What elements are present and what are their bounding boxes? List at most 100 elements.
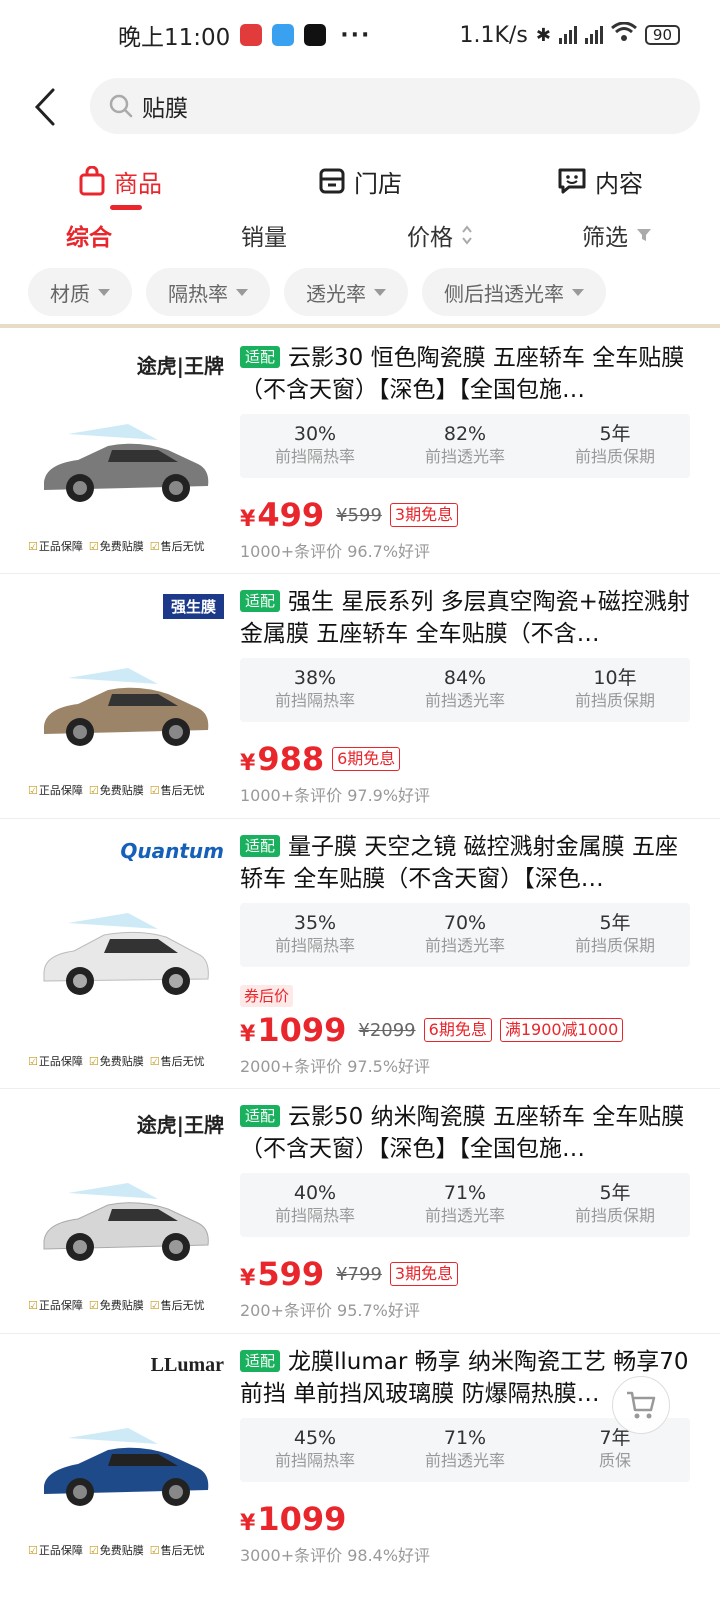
product-card[interactable]: 途虎|王牌 正品保障 免费贴膜 售后无忧 适配云影50 纳米陶瓷膜 五座轿车 全… [0, 1089, 720, 1334]
filter-side-rear-transmittance[interactable]: 侧后挡透光率 [422, 268, 606, 316]
product-image: 强生膜 正品保障 免费贴膜 售后无忧 [28, 588, 224, 798]
badge-after-sales: 售后无忧 [150, 1542, 205, 1558]
badge-free-install: 免费贴膜 [89, 1297, 144, 1313]
spec-label: 前挡质保期 [574, 691, 655, 710]
spec-panel: 40% 前挡隔热率 71% 前挡透光率 5年 前挡质保期 [240, 1173, 690, 1237]
price: ¥499 [240, 496, 325, 534]
spec-heat: 30% 前挡隔热率 [240, 414, 390, 478]
spec-transmittance: 84% 前挡透光率 [390, 658, 540, 722]
spec-label: 前挡质保期 [574, 1206, 655, 1225]
spec-value: 45% [293, 1427, 337, 1449]
store-icon [319, 168, 345, 194]
shopping-bag-icon [79, 166, 105, 196]
tab-products[interactable]: 商品 [0, 150, 240, 212]
search-input[interactable] [142, 93, 642, 119]
chip-label: 隔热率 [168, 281, 228, 306]
filter-material[interactable]: 材质 [28, 268, 132, 316]
promo-tag: 6期免息 [332, 747, 401, 771]
product-card[interactable]: LLumar 正品保障 免费贴膜 售后无忧 适配龙膜llumar 畅享 纳米陶瓷… [0, 1334, 720, 1574]
cart-icon [627, 1391, 656, 1419]
brand-logo: 强生膜 [162, 594, 224, 619]
badge-after-sales: 售后无忧 [150, 782, 205, 798]
review-summary: 200+条评价 95.7%好评 [240, 1301, 420, 1320]
badge-free-install: 免费贴膜 [89, 1053, 144, 1069]
search-icon [109, 94, 133, 118]
spec-value: 70% [443, 912, 487, 934]
search-box[interactable] [90, 78, 700, 134]
sort-bar: 综合 销量 价格 筛选 [0, 210, 720, 260]
sort-comprehensive[interactable]: 综合 [66, 218, 112, 252]
spec-value: 35% [293, 912, 337, 934]
fit-tag: 适配 [240, 590, 281, 612]
original-price: ¥599 [336, 504, 382, 526]
status-bar: 晚上11:00 ··· 1.1K/s ✱ 90 [0, 0, 720, 70]
chip-label: 材质 [50, 281, 90, 306]
product-title: 适配 量子膜 天空之镜 磁控溅射金属膜 五座轿车 全车贴膜（不含天窗）【深色… [240, 831, 690, 895]
product-card[interactable]: 途虎|王牌 正品保障 免费贴膜 售后无忧 适配云影30 恒色陶瓷膜 五座轿车 全… [0, 330, 720, 574]
promo-tag: 3期免息 [389, 503, 459, 527]
spec-panel: 38% 前挡隔热率 84% 前挡透光率 10年 前挡质保期 [240, 658, 690, 722]
filter-button[interactable]: 筛选 [582, 218, 652, 252]
news-app-icon [240, 24, 263, 46]
back-arrow-icon [34, 88, 55, 126]
price-row: ¥988 6期免息 [240, 740, 690, 778]
guarantee-badges: 正品保障 免费贴膜 售后无忧 [28, 538, 205, 554]
tab-label: 商品 [114, 169, 162, 198]
funnel-icon [637, 229, 651, 241]
price-row: ¥599 ¥799 3期免息 [240, 1255, 690, 1293]
product-card[interactable]: Quantum 正品保障 免费贴膜 售后无忧 适配量子膜 天空之镜 磁控溅射金属… [0, 819, 720, 1089]
back-button[interactable] [0, 72, 90, 142]
product-card[interactable]: 强生膜 正品保障 免费贴膜 售后无忧 适配强生 星辰系列 多层真空陶瓷+磁控溅射… [0, 574, 720, 819]
car-image [43, 913, 209, 995]
more-notifications-icon: ··· [340, 22, 372, 48]
spec-warranty: 5年前挡质保期 [540, 1173, 690, 1237]
spec-transmittance: 82% 前挡透光率 [390, 414, 540, 478]
price-value: 499 [257, 496, 325, 534]
spec-heat: 35% 前挡隔热率 [240, 903, 390, 967]
spec-value: 5年 [599, 1182, 631, 1204]
original-price: ¥2099 [358, 1019, 416, 1041]
sort-updown-icon [462, 225, 472, 245]
price-row: ¥1099 [240, 1500, 690, 1538]
spec-label: 前挡隔热率 [274, 447, 355, 466]
spec-value: 7年 [599, 1427, 631, 1449]
spec-warranty: 5年 前挡质保期 [540, 414, 690, 478]
badge-free-install: 免费贴膜 [89, 538, 144, 554]
fit-tag: 适配 [240, 835, 281, 857]
title-text: 云影30 恒色陶瓷膜 五座轿车 全车贴膜（不含天窗）【深色】【全国包施… [240, 345, 685, 403]
tab-stores[interactable]: 门店 [240, 150, 480, 212]
price-value: 599 [257, 1255, 325, 1293]
spec-label: 前挡隔热率 [274, 936, 355, 955]
filter-chips: 材质 隔热率 透光率 侧后挡透光率 [28, 268, 606, 316]
badge-after-sales: 售后无忧 [150, 1053, 205, 1069]
review-summary: 3000+条评价 98.4%好评 [240, 1546, 431, 1565]
product-title: 适配 强生 星辰系列 多层真空陶瓷+磁控溅射金属膜 五座轿车 全车贴膜（不含… [240, 586, 690, 650]
brand-logo: 途虎|王牌 [136, 354, 224, 378]
spec-label: 质保 [598, 1451, 631, 1470]
spec-label: 前挡透光率 [424, 691, 505, 710]
sort-sales[interactable]: 销量 [241, 218, 287, 252]
spec-value: 10年 [593, 667, 637, 689]
sort-price-label: 价格 [407, 225, 453, 251]
spec-value: 40% [293, 1182, 337, 1204]
spec-value: 5年 [599, 912, 631, 934]
search-header [0, 72, 720, 142]
tab-label: 内容 [595, 169, 643, 198]
spec-transmittance: 71% 前挡透光率 [390, 1418, 540, 1482]
signal-icon [558, 26, 577, 44]
sort-price[interactable]: 价格 [407, 218, 473, 252]
caret-down-icon [374, 288, 386, 296]
filter-heat-insulation[interactable]: 隔热率 [146, 268, 270, 316]
spec-warranty: 5年 前挡质保期 [540, 903, 690, 967]
guarantee-badges: 正品保障 免费贴膜 售后无忧 [28, 1542, 205, 1558]
cart-button[interactable] [612, 1376, 670, 1434]
spec-label: 前挡隔热率 [274, 1451, 355, 1470]
tab-content[interactable]: 内容 [480, 150, 720, 212]
divider [0, 324, 720, 328]
badge-after-sales: 售后无忧 [150, 538, 205, 554]
content-chat-icon [558, 168, 586, 194]
brand-logo: 途虎|王牌 [136, 1113, 224, 1137]
spec-value: 71% [443, 1182, 487, 1204]
filter-transmittance[interactable]: 透光率 [284, 268, 408, 316]
guarantee-badges: 正品保障 免费贴膜 售后无忧 [28, 1297, 205, 1313]
